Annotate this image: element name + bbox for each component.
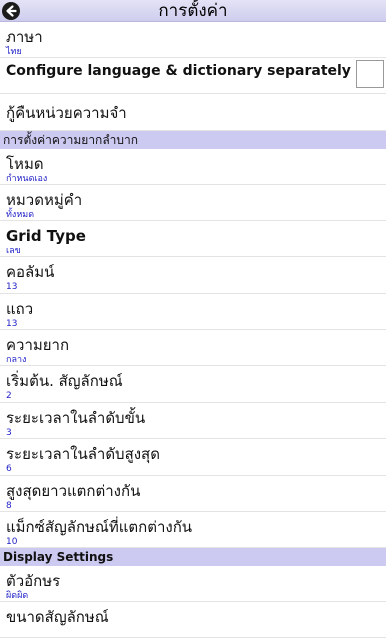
page-title: การตั้งค่า	[158, 1, 228, 21]
setting-label: แถว	[6, 300, 34, 318]
setting-label: เริ่มต้น. สัญลักษณ์	[6, 372, 123, 390]
setting-label: ระยะเวลาในลำดับขั้น	[6, 409, 146, 427]
font-setting[interactable]: ตัวอักษร ผิดผิด	[0, 566, 386, 602]
setting-label: ตัวอักษร	[6, 572, 61, 590]
configure-separately-checkbox[interactable]	[356, 60, 384, 88]
sequence-max-duration-setting[interactable]: ระยะเวลาในลำดับสูงสุด 6	[0, 439, 386, 476]
sequence-step-duration-setting[interactable]: ระยะเวลาในลำดับขั้น 3	[0, 403, 386, 439]
setting-value: 6	[6, 464, 12, 474]
mode-setting[interactable]: โหมด กำหนดเอง	[0, 149, 386, 185]
rows-setting[interactable]: แถว 13	[0, 294, 386, 330]
setting-label: Configure language & dictionary separate…	[6, 63, 351, 79]
setting-label: หมวดหมู่คำ	[6, 191, 83, 209]
setting-value: ทั้งหมด	[6, 210, 35, 220]
difficulty-setting[interactable]: ความยาก กลาง	[0, 330, 386, 366]
setting-label: Grid Type	[6, 227, 86, 245]
columns-setting[interactable]: คอลัมน์ 13	[0, 257, 386, 294]
max-length-variation-setting[interactable]: สูงสุดยาวแตกต่างกัน 8	[0, 476, 386, 512]
symbol-size-setting[interactable]: ขนาดสัญลักษณ์	[0, 602, 386, 638]
restore-memory-setting[interactable]: กู้คืนหน่วยความจำ	[0, 94, 386, 131]
title-bar: การตั้งค่า	[0, 0, 386, 22]
configure-separately-setting[interactable]: Configure language & dictionary separate…	[0, 58, 386, 94]
section-header-display: Display Settings	[0, 548, 386, 566]
setting-value: 2	[6, 391, 12, 401]
max-distinct-symbols-setting[interactable]: แม็กซ์สัญลักษณ์ที่แตกต่างกัน 10	[0, 512, 386, 548]
setting-label: ภาษา	[6, 28, 43, 46]
setting-label: โหมด	[6, 155, 44, 173]
setting-value: ไทย	[6, 47, 22, 57]
setting-value: กำหนดเอง	[6, 174, 48, 184]
word-category-setting[interactable]: หมวดหมู่คำ ทั้งหมด	[0, 185, 386, 221]
start-symbols-setting[interactable]: เริ่มต้น. สัญลักษณ์ 2	[0, 366, 386, 403]
setting-value: เลข	[6, 246, 21, 256]
setting-value: ผิดผิด	[6, 591, 29, 601]
language-setting[interactable]: ภาษา ไทย	[0, 22, 386, 58]
setting-label: คอลัมน์	[6, 263, 55, 281]
setting-value: กลาง	[6, 355, 27, 365]
grid-type-setting[interactable]: Grid Type เลข	[0, 221, 386, 257]
setting-value: 13	[6, 319, 18, 329]
section-header-difficulty: การตั้งค่าความยากลำบาก	[0, 131, 386, 149]
setting-label: ระยะเวลาในลำดับสูงสุด	[6, 445, 160, 463]
setting-label: ความยาก	[6, 336, 70, 354]
setting-label: สูงสุดยาวแตกต่างกัน	[6, 482, 141, 500]
setting-value: 8	[6, 501, 12, 511]
setting-label: กู้คืนหน่วยความจำ	[6, 104, 127, 122]
setting-value: 10	[6, 537, 18, 547]
settings-list: ภาษา ไทย Configure language & dictionary…	[0, 22, 386, 638]
setting-value: 13	[6, 282, 18, 292]
setting-label: ขนาดสัญลักษณ์	[6, 608, 109, 626]
setting-label: แม็กซ์สัญลักษณ์ที่แตกต่างกัน	[6, 518, 193, 536]
setting-value: 3	[6, 428, 12, 438]
